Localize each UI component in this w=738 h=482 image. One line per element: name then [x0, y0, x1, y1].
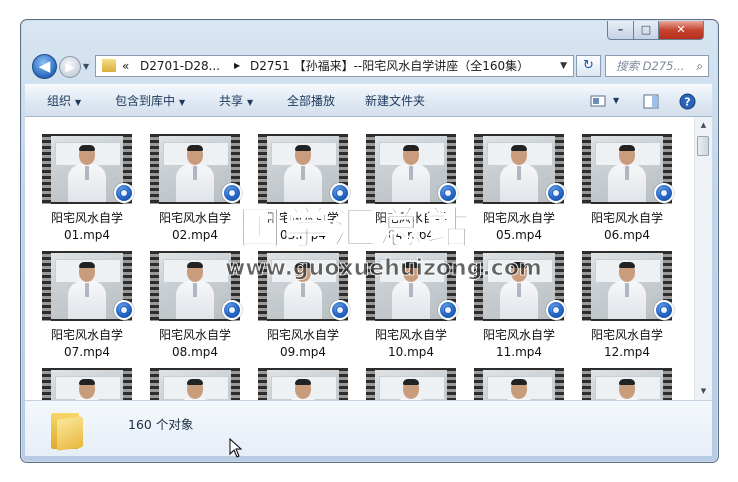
media-player-icon [654, 300, 674, 320]
file-item[interactable] [349, 361, 456, 400]
scroll-up-icon[interactable]: ▲ [695, 117, 712, 134]
share-menu[interactable]: 共享 ▼ [219, 85, 253, 117]
view-dropdown-icon[interactable]: ▼ [613, 85, 619, 117]
forward-button[interactable]: ▶ [59, 56, 81, 78]
search-placeholder: 搜索 D275... [616, 59, 685, 73]
vertical-scrollbar[interactable]: ▲ ▼ [694, 117, 712, 400]
file-item[interactable] [133, 361, 240, 400]
file-name-line1: 阳宅风水自学 [374, 328, 447, 342]
media-player-icon [654, 183, 674, 203]
svg-text:?: ? [684, 96, 690, 109]
file-item[interactable]: 阳宅风水自学 06.mp4 [565, 127, 674, 242]
file-item[interactable]: 阳宅风水自学 01.mp4 [25, 127, 134, 242]
media-player-icon [222, 300, 242, 320]
recent-pages-dropdown[interactable]: ▼ [83, 62, 89, 71]
new-folder-button[interactable]: 新建文件夹 [365, 85, 425, 117]
file-name: 阳宅风水自学 11.mp4 [457, 327, 581, 361]
organize-label: 组织 [47, 94, 72, 108]
file-name: 阳宅风水自学 06.mp4 [565, 210, 689, 244]
organize-menu[interactable]: 组织 ▼ [47, 85, 81, 117]
media-player-icon [546, 183, 566, 203]
details-pane: 160 个对象 [25, 400, 712, 456]
file-name: 阳宅风水自学 10.mp4 [349, 327, 473, 361]
file-item[interactable]: 阳宅风水自学 02.mp4 [133, 127, 242, 242]
video-thumbnail [150, 368, 240, 400]
preview-pane-icon[interactable] [643, 94, 659, 109]
file-name-line1: 阳宅风水自学 [50, 328, 123, 342]
video-thumbnail [42, 368, 132, 400]
file-name: 阳宅风水自学 09.mp4 [241, 327, 365, 361]
search-input[interactable]: 搜索 D275... ⌕ [605, 55, 709, 77]
close-button[interactable]: ✕ [658, 21, 704, 40]
file-item[interactable] [457, 361, 564, 400]
file-item[interactable]: 阳宅风水自学 12.mp4 [565, 244, 674, 359]
refresh-button[interactable]: ↻ [576, 55, 601, 77]
breadcrumb-separator-icon[interactable]: ▶ [234, 56, 240, 76]
file-item[interactable] [241, 361, 348, 400]
command-bar: 组织 ▼ 包含到库中 ▼ 共享 ▼ 全部播放 新建文件夹 ▼ ? [25, 84, 712, 117]
file-name-line2: 01.mp4 [63, 228, 111, 242]
file-name: 阳宅风水自学 12.mp4 [565, 327, 689, 361]
video-thumbnail [366, 368, 456, 400]
scroll-thumb[interactable] [697, 136, 709, 156]
file-name-line2: 06.mp4 [603, 228, 651, 242]
scroll-down-icon[interactable]: ▼ [695, 383, 712, 400]
mouse-cursor-icon [229, 438, 243, 458]
maximize-button[interactable]: □ [633, 21, 659, 40]
file-name: 阳宅风水自学 05.mp4 [457, 210, 581, 244]
media-player-icon [438, 300, 458, 320]
file-name-line1: 阳宅风水自学 [590, 328, 663, 342]
breadcrumb-parent[interactable]: D2701-D28... [140, 56, 220, 76]
file-name-line2: 05.mp4 [495, 228, 543, 242]
file-name-line2: 12.mp4 [603, 345, 651, 359]
media-player-icon [114, 183, 134, 203]
chevron-down-icon: ▼ [247, 98, 254, 107]
file-name: 阳宅风水自学 08.mp4 [133, 327, 257, 361]
folder-icon [102, 59, 116, 72]
file-item[interactable] [565, 361, 672, 400]
back-button[interactable]: ◀ [32, 54, 57, 79]
file-name-line2: 08.mp4 [171, 345, 219, 359]
address-bar[interactable]: « D2701-D28... ▶ D2751 【孙福来】--阳宅风水自学讲座（全… [95, 55, 574, 77]
help-icon[interactable]: ? [679, 93, 696, 110]
play-all-button[interactable]: 全部播放 [287, 85, 335, 117]
media-player-icon [546, 300, 566, 320]
file-item[interactable]: 阳宅风水自学 08.mp4 [133, 244, 242, 359]
watermark-text: 国学汇总站 [237, 202, 473, 255]
minimize-button[interactable]: – [607, 21, 634, 40]
file-name-line2: 09.mp4 [279, 345, 327, 359]
video-thumbnail [474, 368, 564, 400]
media-player-icon [330, 300, 350, 320]
title-bar[interactable]: – □ ✕ [21, 20, 718, 48]
chevron-down-icon: ▼ [179, 98, 186, 107]
item-count: 160 个对象 [128, 417, 194, 432]
share-label: 共享 [219, 94, 244, 108]
breadcrumb-current[interactable]: D2751 【孙福来】--阳宅风水自学讲座（全160集） [250, 56, 529, 76]
file-item[interactable] [25, 361, 132, 400]
file-name-line1: 阳宅风水自学 [158, 328, 231, 342]
address-overflow[interactable]: « [122, 56, 129, 76]
include-library-label: 包含到库中 [115, 94, 176, 108]
file-item[interactable]: 阳宅风水自学 07.mp4 [25, 244, 134, 359]
file-name: 阳宅风水自学 01.mp4 [25, 210, 149, 244]
address-dropdown-icon[interactable]: ▼ [560, 56, 567, 76]
file-name-line1: 阳宅风水自学 [50, 211, 123, 225]
file-name-line2: 07.mp4 [63, 345, 111, 359]
watermark-url: www.guoxuehuizong.com [225, 256, 543, 282]
video-thumbnail [582, 368, 672, 400]
include-in-library-menu[interactable]: 包含到库中 ▼ [115, 85, 185, 117]
magnifier-icon[interactable]: ⌕ [696, 56, 703, 76]
chevron-down-icon: ▼ [75, 98, 82, 107]
file-name-line1: 阳宅风水自学 [590, 211, 663, 225]
file-name-line2: 11.mp4 [495, 345, 543, 359]
file-name-line2: 10.mp4 [387, 345, 435, 359]
folder-icon [51, 409, 85, 451]
video-thumbnail [258, 368, 348, 400]
file-name: 阳宅风水自学 07.mp4 [25, 327, 149, 361]
file-name-line1: 阳宅风水自学 [266, 328, 339, 342]
file-name-line1: 阳宅风水自学 [482, 328, 555, 342]
file-name-line1: 阳宅风水自学 [482, 211, 555, 225]
media-player-icon [114, 300, 134, 320]
view-options-icon[interactable] [590, 94, 606, 108]
